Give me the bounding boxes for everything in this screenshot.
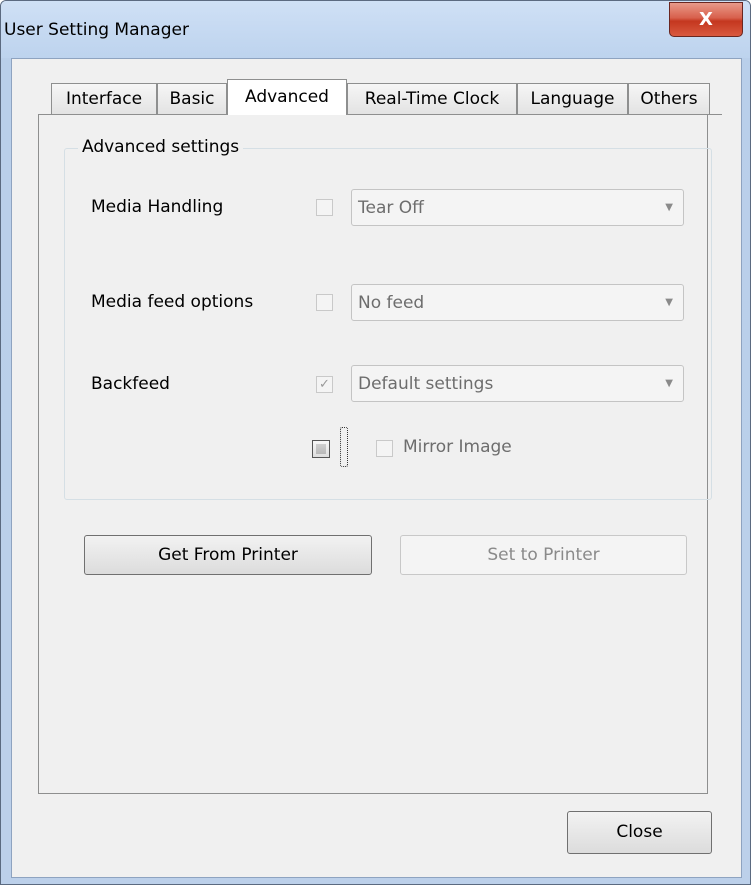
tab-label: Basic [169,89,215,109]
backfeed-value: Default settings [358,374,494,394]
tab-label: Others [640,89,698,109]
group-title: Advanced settings [78,137,244,157]
tab-language[interactable]: Language [517,83,628,114]
unlabeled-checkbox[interactable] [312,440,330,458]
checkmark-icon: ✓ [319,377,330,392]
media-handling-select[interactable]: Tear Off ▼ [351,189,684,226]
mirror-image-checkbox[interactable] [376,440,393,457]
chevron-down-icon: ▼ [665,202,673,213]
title-bar[interactable]: User Setting Manager X [1,1,750,58]
tab-strip-divider [38,114,722,115]
focus-rectangle [340,427,348,467]
backfeed-label: Backfeed [91,374,170,394]
tab-others[interactable]: Others [628,83,710,114]
tab-label: Real-Time Clock [364,89,500,109]
tab-advanced[interactable]: Advanced [227,79,347,115]
tab-label: Language [530,89,615,109]
window-title: User Setting Manager [4,20,189,40]
tab-basic[interactable]: Basic [157,83,227,114]
tab-interface[interactable]: Interface [51,83,157,114]
tab-label: Advanced [245,87,329,107]
media-handling-checkbox[interactable] [316,199,333,216]
media-feed-value: No feed [358,293,425,313]
chevron-down-icon: ▼ [665,297,673,308]
media-feed-select[interactable]: No feed ▼ [351,284,684,321]
close-icon: X [699,9,713,30]
tab-label: Interface [65,89,143,109]
get-from-printer-button[interactable]: Get From Printer [84,535,372,575]
chevron-down-icon: ▼ [665,378,673,389]
close-button[interactable]: Close [567,811,712,854]
checkbox-indeterminate-fill [316,444,326,454]
close-window-button[interactable]: X [669,2,743,37]
media-feed-label: Media feed options [91,292,254,312]
backfeed-select[interactable]: Default settings ▼ [351,365,684,402]
tab-real-time-clock[interactable]: Real-Time Clock [347,83,517,114]
media-handling-value: Tear Off [358,198,424,218]
backfeed-checkbox[interactable]: ✓ [316,376,333,393]
mirror-image-label: Mirror Image [403,437,512,457]
media-feed-checkbox[interactable] [316,294,333,311]
media-handling-label: Media Handling [91,197,224,217]
set-to-printer-button[interactable]: Set to Printer [400,535,687,575]
